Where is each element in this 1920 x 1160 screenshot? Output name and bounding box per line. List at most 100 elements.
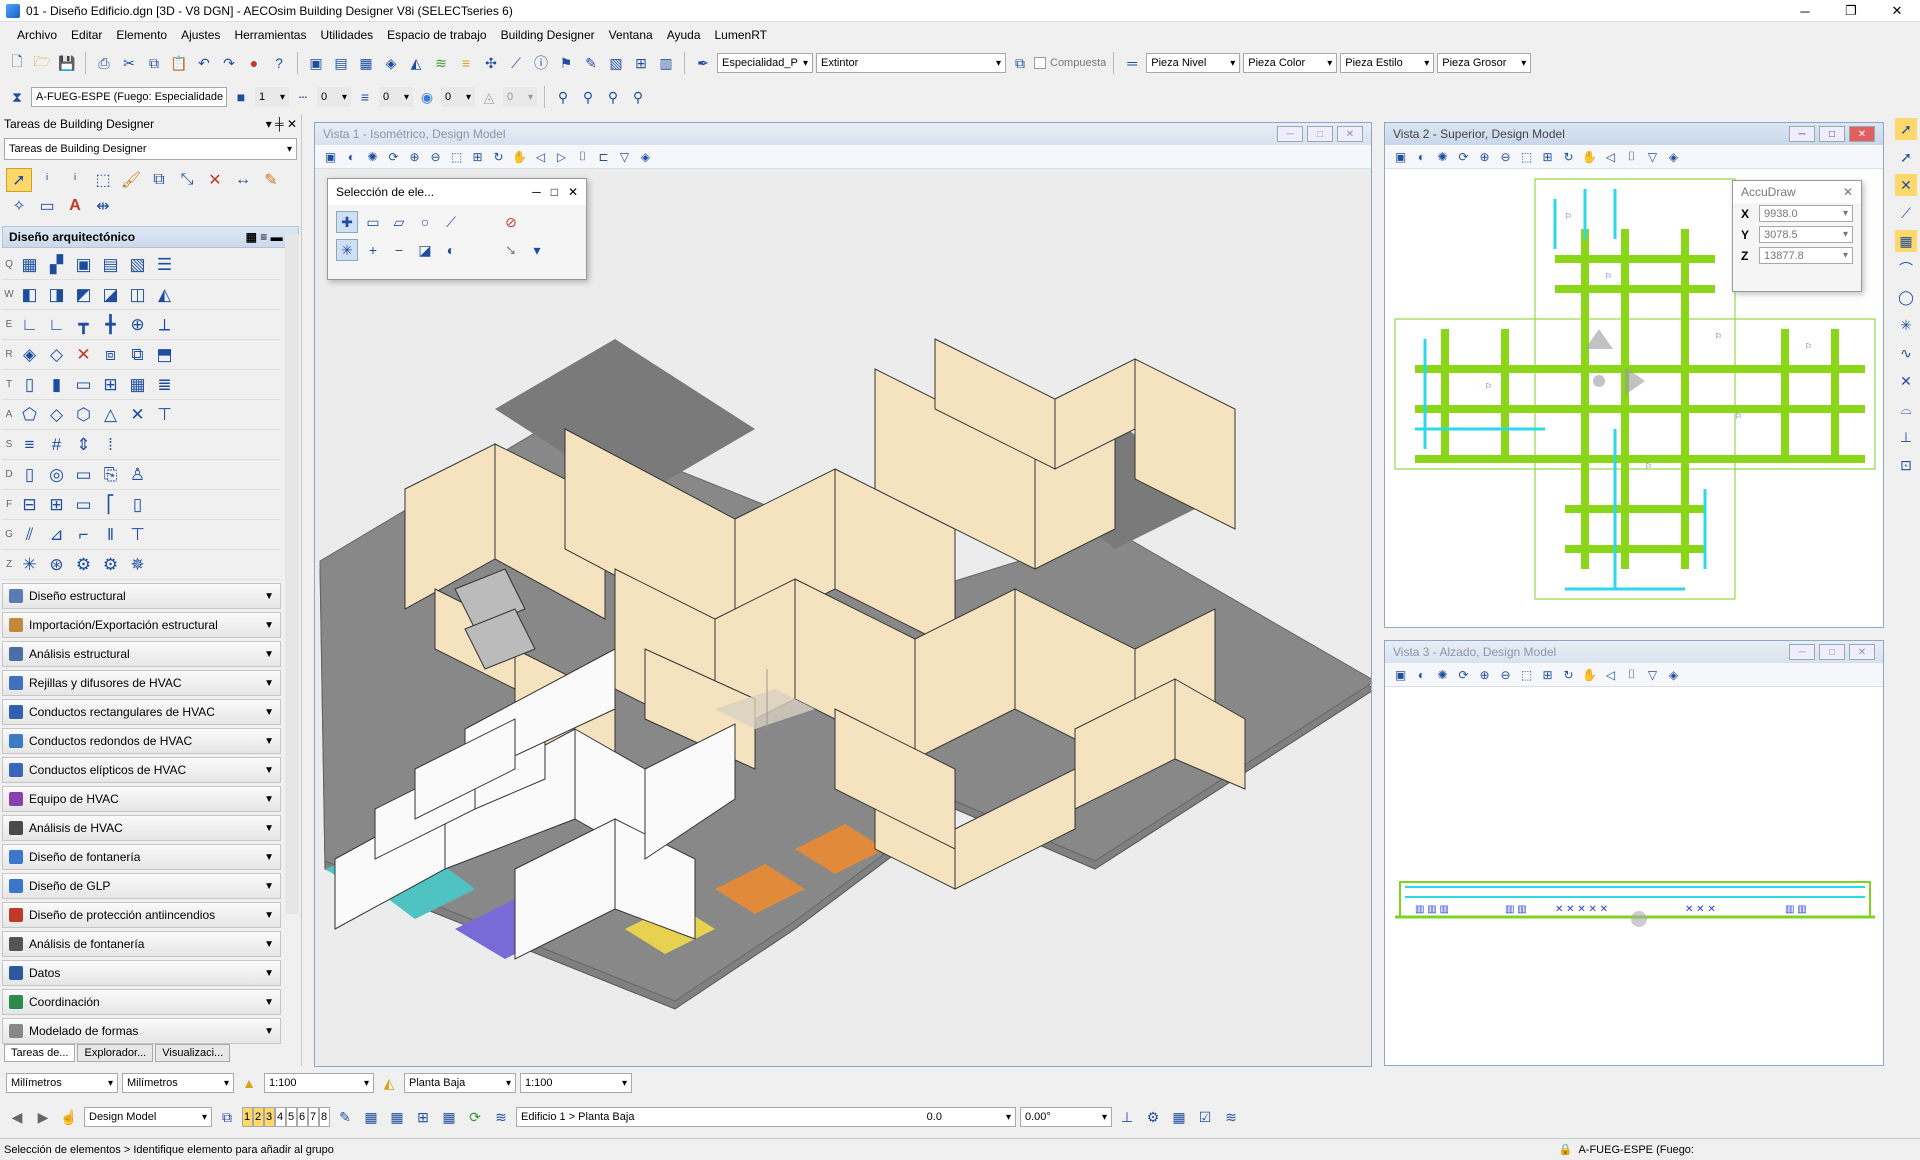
select-arrow-icon[interactable]: ➚ <box>6 168 32 192</box>
globe-icon[interactable]: ● <box>243 52 265 74</box>
railing-icon[interactable]: # <box>43 432 70 458</box>
menu-elemento[interactable]: Elemento <box>109 28 174 42</box>
display-style-icon[interactable]: ◐ <box>342 147 361 166</box>
chevron-down-icon[interactable]: ▼ <box>264 736 274 747</box>
select-arrow-icon[interactable]: ➚ <box>1895 118 1917 140</box>
rectangle-icon[interactable]: ▭ <box>34 194 60 218</box>
paint-icon[interactable]: ✎ <box>258 168 284 192</box>
modify-icon[interactable]: ◈ <box>16 342 43 368</box>
accudraw-x-field[interactable]: 9938.0 <box>1759 205 1853 222</box>
category-conductos-el-pticos-de-hvac[interactable]: Conductos elípticos de HVAC ▼ <box>2 757 281 783</box>
menu-ajustes[interactable]: Ajustes <box>174 28 227 42</box>
view-btn-4[interactable]: 4 <box>275 1107 286 1127</box>
view-3-minimize[interactable]: ─ <box>1789 644 1815 660</box>
tool8-icon[interactable]: ⊥ <box>1116 1106 1138 1128</box>
category-dise-o-de-fontaner-a[interactable]: Diseño de fontanería ▼ <box>2 844 281 870</box>
fit-view-icon[interactable]: ⊞ <box>1538 147 1557 166</box>
chevron-down-icon[interactable]: ▼ <box>264 1026 274 1037</box>
view-3-maximize[interactable]: □ <box>1819 644 1845 660</box>
camera-icon[interactable]: ⌷ <box>1622 665 1641 684</box>
chevron-down-icon[interactable]: ▼ <box>264 823 274 834</box>
select-2-icon[interactable]: ➚ <box>1895 146 1917 168</box>
level-combo[interactable]: Planta Baja <box>404 1073 516 1093</box>
line-weight-icon[interactable]: ≡ <box>354 86 376 108</box>
t-join-icon[interactable]: ┳ <box>70 312 97 338</box>
section-diseno-arquitectonico[interactable]: Diseño arquitectónico ▦ ≡ ▬ ▴ <box>2 226 299 248</box>
fence-icon[interactable]: ⬚ <box>90 168 116 192</box>
extend-icon[interactable]: ⟂ <box>151 312 178 338</box>
line-style-icon[interactable]: ┄ <box>292 86 314 108</box>
curtain-wall-icon[interactable]: ◪ <box>97 282 124 308</box>
expand-icon[interactable]: ▾ <box>526 239 548 261</box>
zoom-out-icon[interactable]: ⊖ <box>426 147 445 166</box>
view-attributes-icon[interactable]: ▣ <box>1391 147 1410 166</box>
dimension-icon[interactable]: ↔ <box>230 168 256 192</box>
window-area-icon[interactable]: ⬚ <box>1517 665 1536 684</box>
view-2-close[interactable]: ✕ <box>1849 126 1875 142</box>
fit-view-icon[interactable]: ⊞ <box>1538 665 1557 684</box>
measure-icon[interactable]: ⇹ <box>90 194 116 218</box>
view-btn-2[interactable]: 2 <box>253 1107 264 1127</box>
space-icon[interactable]: ⬠ <box>16 402 43 428</box>
category-equipo-de-hvac[interactable]: Equipo de HVAC ▼ <box>2 786 281 812</box>
tipo-combo[interactable]: Extintor <box>816 53 1006 73</box>
view-2-maximize[interactable]: □ <box>1819 126 1845 142</box>
grid-icon[interactable]: ▦ <box>1895 230 1917 252</box>
minimize-button[interactable]: ─ <box>1782 0 1828 22</box>
window-panel-icon[interactable]: ⊞ <box>97 372 124 398</box>
tool11-icon[interactable]: ☑ <box>1194 1106 1216 1128</box>
forward-icon[interactable]: ▶ <box>32 1106 54 1128</box>
transparency-icon[interactable]: ◉ <box>416 86 438 108</box>
burst-icon[interactable]: ✳ <box>16 552 43 578</box>
menu-archivo[interactable]: Archivo <box>10 28 64 42</box>
color-combo[interactable]: 1 <box>255 87 289 107</box>
gear-icon[interactable]: ⚙ <box>70 552 97 578</box>
chevron-down-icon[interactable]: ▼ <box>264 765 274 776</box>
pan-icon[interactable]: ✋ <box>1580 147 1599 166</box>
tab-explorador[interactable]: Explorador... <box>77 1044 154 1062</box>
references-icon[interactable]: ▤ <box>330 52 352 74</box>
box-icon[interactable]: ⊡ <box>1895 454 1917 476</box>
intersect-icon[interactable]: ✕ <box>1895 370 1917 392</box>
section-icon[interactable]: ⊿ <box>43 522 70 548</box>
next-view-icon[interactable]: ▷ <box>552 147 571 166</box>
category-conductos-redondos-de-hvac[interactable]: Conductos redondos de HVAC ▼ <box>2 728 281 754</box>
beam-icon[interactable]: ⊤ <box>151 402 178 428</box>
help-icon[interactable]: ? <box>268 52 290 74</box>
camera-icon[interactable]: ⌷ <box>573 147 592 166</box>
tool9-icon[interactable]: ⚙ <box>1142 1106 1164 1128</box>
split-icon[interactable]: ⧈ <box>97 342 124 368</box>
tool7-icon[interactable]: ≋ <box>490 1106 512 1128</box>
tasks-combo[interactable]: Tareas de Building Designer <box>4 138 297 160</box>
place-point-icon[interactable]: ✧ <box>6 194 32 218</box>
category-dise-o-estructural[interactable]: Diseño estructural ▼ <box>2 583 281 609</box>
tool2-icon[interactable]: ▦ <box>360 1106 382 1128</box>
dots-icon[interactable]: ⁞ <box>97 432 124 458</box>
view-btn-7[interactable]: 7 <box>308 1107 319 1127</box>
gear-2-icon[interactable]: ⚙ <box>97 552 124 578</box>
chevron-down-icon[interactable]: ▼ <box>264 997 274 1008</box>
trim-icon[interactable]: ⧉ <box>124 342 151 368</box>
view-1-canvas[interactable] <box>315 169 1371 1066</box>
view-btn-8[interactable]: 8 <box>319 1107 330 1127</box>
pointer-icon[interactable]: ➘ <box>500 239 522 261</box>
save-icon[interactable]: 💾 <box>56 52 78 74</box>
view-attributes-icon[interactable]: ▣ <box>321 147 340 166</box>
pan-icon[interactable]: ✋ <box>1580 665 1599 684</box>
chevron-down-icon[interactable]: ▼ <box>264 591 274 602</box>
update-icon[interactable]: ⟳ <box>1454 147 1473 166</box>
casework-icon[interactable]: ⊟ <box>16 492 43 518</box>
area-icon[interactable]: ◇ <box>43 402 70 428</box>
chevron-down-icon[interactable]: ▼ <box>264 939 274 950</box>
line-style-combo[interactable]: 0 <box>317 87 351 107</box>
stair-icon[interactable]: ▞ <box>43 252 70 278</box>
funnel-icon[interactable]: ▽ <box>615 147 634 166</box>
subtract-icon[interactable]: − <box>388 239 410 261</box>
attr-tool2-icon[interactable]: ⚲ <box>577 86 599 108</box>
add-icon[interactable]: + <box>362 239 384 261</box>
measure-icon[interactable]: ⟋ <box>505 52 527 74</box>
handrail-icon[interactable]: ⇕ <box>70 432 97 458</box>
schedule-icon[interactable]: ☰ <box>151 252 178 278</box>
text-icon[interactable]: A <box>62 194 88 218</box>
cut-icon[interactable]: ✂ <box>118 52 140 74</box>
